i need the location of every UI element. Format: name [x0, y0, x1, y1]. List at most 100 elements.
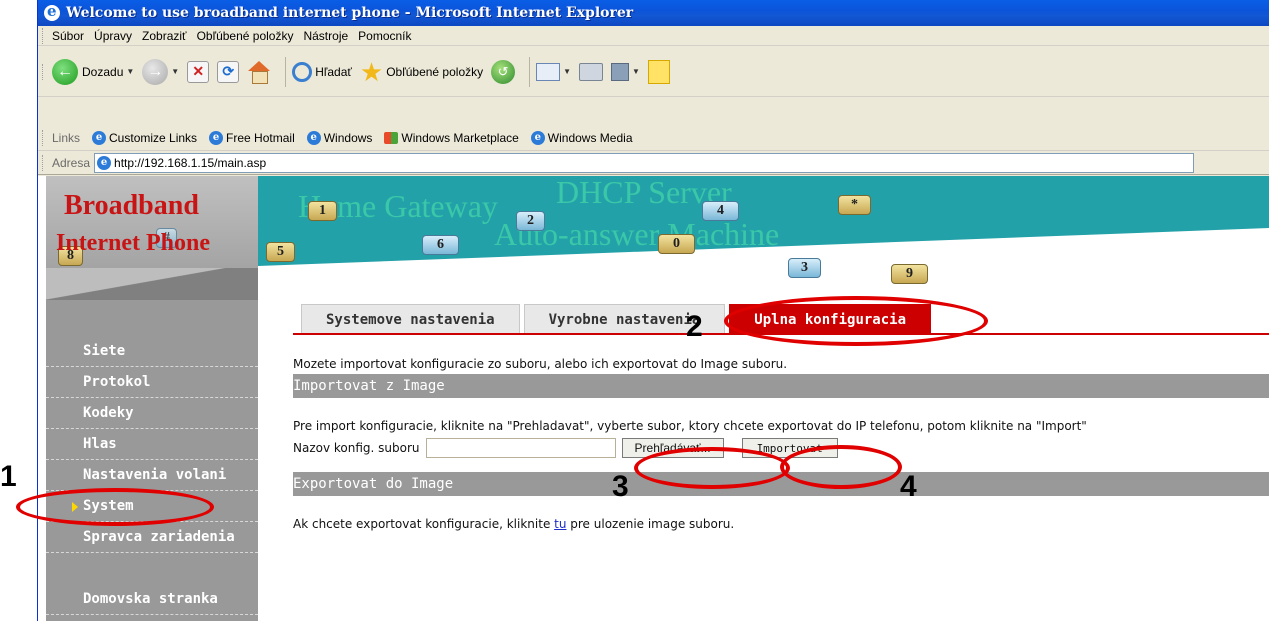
dropdown-arrow-icon[interactable]: ▼ — [126, 67, 134, 76]
favorites-button[interactable]: ★ Obľúbené položky — [360, 59, 484, 85]
home-button[interactable] — [247, 60, 271, 84]
import-section-header: Importovat z Image — [293, 374, 1269, 398]
home-icon — [247, 60, 271, 84]
menu-help[interactable]: Pomocník — [358, 29, 411, 43]
back-arrow-icon: ← — [52, 58, 78, 85]
link-label: Windows — [323, 130, 373, 145]
menu-view[interactable]: Zobraziť — [142, 29, 187, 43]
annotation-number-2: 2 — [686, 310, 703, 343]
notes-button[interactable] — [647, 59, 670, 84]
sidebar-item-siete[interactable]: Siete — [46, 336, 258, 367]
sidebar: 8 # Broadband Internet Phone Siete Proto… — [46, 176, 258, 621]
stop-button[interactable]: ✕ — [187, 60, 210, 83]
edit-icon — [611, 62, 630, 81]
annotation-number-1: 1 — [0, 460, 17, 493]
menu-file[interactable]: Súbor — [52, 29, 84, 43]
address-url: http://192.168.1.15/main.asp — [114, 155, 267, 170]
sidebar-item-label: Spravca zariadenia — [83, 529, 235, 545]
link-marketplace[interactable]: Windows Marketplace — [384, 130, 519, 145]
toolbar-grip — [42, 154, 46, 171]
keypad-key-0: 0 — [658, 234, 695, 254]
refresh-button[interactable]: ⟳ — [217, 60, 240, 83]
back-button[interactable]: ← Dozadu ▼ — [52, 58, 134, 85]
annotation-number-4: 4 — [900, 470, 917, 503]
ie-page-icon: e — [92, 130, 107, 145]
dropdown-arrow-icon[interactable]: ▼ — [171, 67, 179, 76]
dropdown-arrow-icon[interactable]: ▼ — [632, 67, 640, 76]
address-label: Adresa — [52, 155, 91, 170]
file-path-input[interactable] — [425, 438, 616, 458]
toolbar-grip — [42, 27, 46, 44]
brand-title-line2: Internet Phone — [56, 230, 210, 256]
dropdown-arrow-icon[interactable]: ▼ — [563, 67, 571, 76]
link-label: Windows Marketplace — [401, 130, 519, 145]
stop-icon: ✕ — [187, 60, 210, 83]
keypad-key-1: 1 — [308, 201, 337, 221]
link-customize[interactable]: e Customize Links — [92, 130, 197, 145]
link-windows[interactable]: e Windows — [306, 130, 373, 145]
sidebar-item-home[interactable]: Domovska stranka — [46, 584, 258, 615]
menu-edit[interactable]: Úpravy — [94, 29, 132, 43]
page-content: 8 # Broadband Internet Phone Siete Proto… — [38, 176, 1269, 621]
brand-box: 8 # Broadband Internet Phone — [46, 176, 258, 300]
intro-text: Mozete importovat konfiguracie zo suboru… — [293, 357, 788, 371]
annotation-ring-browse — [634, 447, 790, 489]
sidebar-item-nastavenia-volani[interactable]: Nastavenia volani — [46, 460, 258, 491]
export-link[interactable]: tu — [554, 517, 566, 531]
sidebar-item-protokol[interactable]: Protokol — [46, 367, 258, 398]
title-bar: Welcome to use broadband internet phone … — [38, 0, 1269, 26]
toolbar-grip — [42, 63, 46, 80]
header-banner: Home Gateway DHCP Server Auto-answer Mac… — [258, 176, 1269, 300]
config-content: Mozete importovat konfiguracie zo suboru… — [293, 354, 1269, 534]
annotation-ring-system — [16, 488, 214, 526]
tab-systemove-nastavenia[interactable]: Systemove nastavenia — [301, 304, 520, 334]
file-name-label: Nazov konfig. suboru — [293, 441, 420, 455]
brand-title-line1: Broadband — [64, 190, 199, 221]
annotation-ring-import — [780, 445, 902, 489]
ie-page-icon: e — [97, 155, 112, 170]
sidebar-item-label: Siete — [83, 343, 126, 359]
search-icon — [292, 61, 313, 82]
search-label: Hľadať — [315, 64, 352, 79]
annotation-ring-tab — [724, 296, 988, 346]
export-text-before: Ak chcete exportovat konfiguracie, klikn… — [293, 517, 555, 531]
toolbar-separator — [285, 56, 287, 87]
link-media[interactable]: e Windows Media — [530, 130, 633, 145]
ie-page-icon: e — [306, 130, 321, 145]
search-button[interactable]: Hľadať — [292, 61, 352, 82]
link-hotmail[interactable]: e Free Hotmail — [209, 130, 295, 145]
history-icon: ↺ — [491, 59, 516, 84]
brand-bevel — [46, 268, 258, 300]
browser-window: Welcome to use broadband internet phone … — [37, 0, 1269, 621]
toolbar-separator — [529, 56, 531, 87]
mail-icon — [536, 62, 561, 81]
keypad-key-5: 5 — [266, 242, 295, 262]
standard-toolbar: ← Dozadu ▼ → ▼ ✕ ⟳ Hľadať ★ Obľúbené pol… — [38, 47, 1269, 97]
keypad-key-9: 9 — [891, 264, 928, 284]
links-bar: Links e Customize Links e Free Hotmail e Wi… — [38, 125, 1269, 151]
mail-button[interactable]: ▼ — [536, 62, 571, 81]
export-instructions: Ak chcete exportovat konfiguracie, klikn… — [293, 514, 1269, 534]
menu-favorites[interactable]: Obľúbené položky — [197, 29, 294, 43]
sidebar-item-kodeky[interactable]: Kodeky — [46, 398, 258, 429]
ie-icon — [44, 2, 60, 21]
link-label: Windows Media — [547, 130, 633, 145]
sidebar-item-hlas[interactable]: Hlas — [46, 429, 258, 460]
forward-button[interactable]: → ▼ — [142, 58, 179, 85]
history-button[interactable]: ↺ — [491, 59, 516, 84]
import-instructions: Pre import konfiguracie, kliknite na "Pr… — [293, 419, 1087, 433]
ie-page-icon: e — [209, 130, 224, 145]
address-input[interactable]: e http://192.168.1.15/main.asp — [94, 152, 1195, 173]
ie-page-icon: e — [530, 130, 545, 145]
toolbar-grip — [42, 129, 46, 146]
menu-tools[interactable]: Nástroje — [303, 29, 348, 43]
keypad-key-4: 4 — [702, 201, 739, 221]
edit-button[interactable]: ▼ — [611, 62, 640, 81]
back-label: Dozadu — [82, 64, 124, 79]
sidebar-item-spravca-zariadenia[interactable]: Spravca zariadenia — [46, 522, 258, 553]
sidebar-item-label: Domovska stranka — [83, 591, 218, 607]
forward-arrow-icon: → — [142, 58, 169, 85]
print-button[interactable] — [579, 62, 604, 81]
favorites-label: Obľúbené položky — [386, 64, 484, 79]
